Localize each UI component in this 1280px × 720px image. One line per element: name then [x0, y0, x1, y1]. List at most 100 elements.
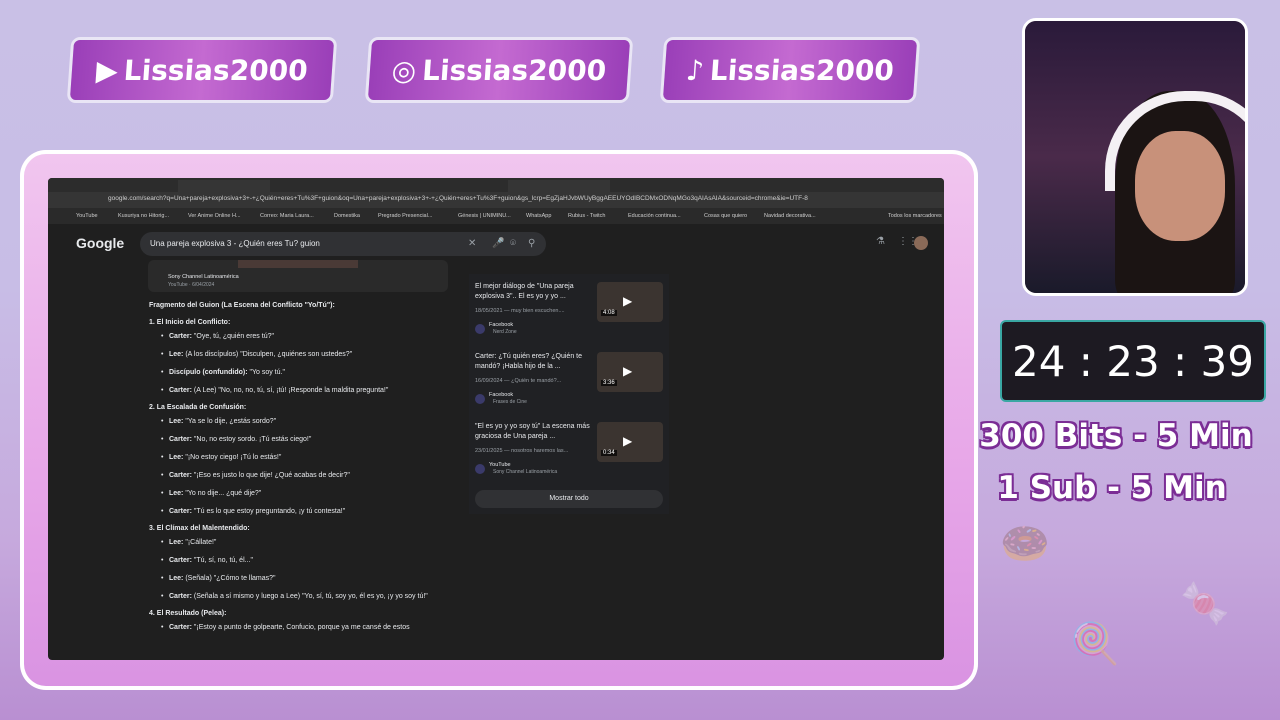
script-line: Discípulo (confundido): "Yo soy tú." — [161, 368, 439, 377]
speaker-name: Carter: — [169, 333, 192, 340]
bookmark-item[interactable]: Navidad decorativa... — [764, 213, 816, 219]
camera-icon[interactable]: ⌾ — [510, 232, 516, 256]
source-icon — [475, 464, 485, 474]
labs-icon[interactable]: ⚗ — [876, 236, 885, 247]
speaker-name: Carter: — [169, 557, 192, 564]
related-video-source: Facebook — [489, 322, 514, 328]
related-video-desc: 23/01/2025 — nosotros haremos las... — [475, 448, 569, 454]
google-logo[interactable]: Google — [76, 235, 124, 251]
bookmark-item[interactable]: Correo: Maria Laura... — [260, 213, 314, 219]
related-video-title[interactable]: Carter: ¿Tú quién eres? ¿Quién te mandó?… — [475, 352, 591, 372]
script-line: Carter: "Tú, sí, no, tú, él..." — [161, 556, 439, 565]
script-line: Carter: "No, no estoy sordo. ¡Tú estás c… — [161, 435, 439, 444]
dialogue-text: "Yo soy tú." — [247, 369, 285, 376]
bookmark-item[interactable]: Educación continua... — [628, 213, 681, 219]
source-icon — [475, 324, 485, 334]
background-doodle: 🍬 — [1180, 581, 1230, 627]
related-video-source: YouTube — [489, 462, 511, 468]
speaker-name: Lee: — [169, 575, 184, 582]
script-line: Lee: "Yo no dije... ¿qué dije?" — [161, 489, 439, 498]
related-video-desc: 18/05/2021 — muy bien escuchen.... — [475, 308, 565, 314]
speaker-name: Lee: — [169, 351, 184, 358]
dialogue-text: (Señala a sí mismo y luego a Lee) "Yo, s… — [191, 593, 428, 600]
instagram-icon: ◎ — [390, 53, 418, 87]
script-section-heading: 4. El Resultado (Pelea): — [149, 610, 227, 617]
speaker-name: Carter: — [169, 508, 192, 515]
speaker-name: Carter: — [169, 387, 192, 394]
bookmark-item[interactable]: Génesis | UNIMINU... — [458, 213, 511, 219]
instagram-handle: Lissias2000 — [421, 53, 608, 87]
speaker-name: Lee: — [169, 490, 184, 497]
speaker-name: Carter: — [169, 624, 192, 631]
script-line: Lee: "¡No estoy ciego! ¡Tú lo estás!" — [161, 453, 439, 462]
search-input[interactable]: Una pareja explosiva 3 - ¿Quién eres Tu?… — [140, 232, 546, 256]
bookmarks-bar: YouTube Kusuriya no Hitorig... Ver Anime… — [48, 208, 944, 224]
video-meta: YouTube · 6/04/2024 — [168, 282, 215, 288]
dialogue-text: "Tú, sí, no, tú, él..." — [191, 557, 253, 564]
speaker-name: Lee: — [169, 539, 184, 546]
script-section-heading: 3. El Clímax del Malentendido: — [149, 525, 250, 532]
show-all-button[interactable]: Mostrar todo — [475, 490, 663, 508]
script-line: Lee: (A los discípulos) "Disculpen, ¿qui… — [161, 350, 439, 359]
video-duration: 0:34 — [601, 450, 617, 456]
youtube-handle: Lissias2000 — [122, 53, 309, 87]
video-thumbnail[interactable] — [238, 260, 358, 268]
related-videos-panel: El mejor diálogo de "Una pareja explosiv… — [469, 274, 669, 514]
goal-sub: 1 Sub - 5 Min — [997, 470, 1227, 506]
bookmark-item[interactable]: WhatsApp — [526, 213, 551, 219]
bookmark-item[interactable]: Cosas que quiero — [704, 213, 747, 219]
bookmark-item[interactable]: Todos los marcadores — [888, 213, 942, 219]
bookmark-item[interactable]: YouTube — [76, 213, 98, 219]
related-video-title[interactable]: El mejor diálogo de "Una pareja explosiv… — [475, 282, 591, 302]
source-icon — [475, 394, 485, 404]
speaker-name: Carter: — [169, 593, 192, 600]
browser-tab[interactable] — [178, 180, 270, 192]
address-bar[interactable]: google.com/search?q=Una+pareja+explosiva… — [48, 192, 944, 208]
webcam-feed — [1022, 18, 1248, 296]
related-video-title[interactable]: "El es yo y yo soy tú" La escena más gra… — [475, 422, 591, 442]
bookmark-item[interactable]: Domestika — [334, 213, 360, 219]
video-duration: 4:08 — [601, 310, 617, 316]
script-line: Carter: (Señala a sí mismo y luego a Lee… — [161, 592, 439, 601]
dialogue-text: "¡Estoy a punto de golpearte, Confucio, … — [191, 624, 410, 631]
bookmark-item[interactable]: Ver Anime Online H... — [188, 213, 241, 219]
subathon-timer: 24 : 23 : 39 — [1000, 320, 1266, 402]
bookmark-item[interactable]: Kusuriya no Hitorig... — [118, 213, 169, 219]
tiktok-handle: Lissias2000 — [708, 53, 896, 87]
script-line: Lee: "¡Cállate!" — [161, 538, 439, 547]
background-doodle: 🍩 — [1000, 521, 1050, 567]
browser-window: google.com/search?q=Una+pareja+explosiva… — [48, 178, 944, 660]
script-line: Lee: "Ya se lo dije, ¿estás sordo?" — [161, 417, 439, 426]
account-avatar[interactable] — [914, 236, 928, 250]
search-query[interactable]: Una pareja explosiva 3 - ¿Quién eres Tu?… — [150, 239, 320, 248]
bookmark-item[interactable]: Rubius - Twitch — [568, 213, 606, 219]
dialogue-text: "Ya se lo dije, ¿estás sordo?" — [183, 418, 277, 425]
script-section-heading: 1. El Inicio del Conflicto: — [149, 319, 231, 326]
instagram-banner: ◎ Lissias2000 — [367, 40, 631, 100]
tiktok-banner: ♪ Lissias2000 — [662, 40, 918, 100]
address-url[interactable]: google.com/search?q=Una+pareja+explosiva… — [108, 195, 808, 202]
dialogue-text: "¡Eso es justo lo que dije! ¿Qué acabas … — [191, 472, 350, 479]
dialogue-text: "Tú es lo que estoy preguntando, ¡y tú c… — [191, 508, 346, 515]
script-line: Lee: (Señala) "¿Cómo te llamas?" — [161, 574, 439, 583]
search-icon[interactable]: ⚲ — [528, 232, 535, 256]
play-icon[interactable]: ▶ — [623, 434, 632, 448]
play-icon[interactable]: ▶ — [623, 364, 632, 378]
script-section-heading: 2. La Escalada de Confusión: — [149, 404, 247, 411]
video-channel: Sony Channel Latinoamérica — [168, 274, 239, 280]
related-video-desc: 16/09/2024 — ¿Quién te mandó?... — [475, 378, 562, 384]
close-icon[interactable]: ✕ — [468, 232, 476, 256]
related-video-card[interactable]: Carter: ¿Tú quién eres? ¿Quién te mandó?… — [475, 352, 665, 412]
speaker-name: Carter: — [169, 472, 192, 479]
browser-tab[interactable] — [508, 180, 610, 192]
speaker-name: Lee: — [169, 418, 184, 425]
ai-overview-text: Fragmento del Guion (La Escena del Confl… — [149, 302, 439, 641]
mic-icon[interactable]: 🎤 — [492, 232, 504, 256]
bookmark-item[interactable]: Pregrado Presencial... — [378, 213, 432, 219]
video-result-card[interactable]: Sony Channel Latinoamérica YouTube · 6/0… — [148, 260, 448, 292]
related-video-card[interactable]: "El es yo y yo soy tú" La escena más gra… — [475, 422, 665, 482]
script-line: Carter: (A Lee) "No, no, no, tú, sí, ¡tú… — [161, 386, 439, 395]
related-video-card[interactable]: El mejor diálogo de "Una pareja explosiv… — [475, 282, 665, 342]
dialogue-text: (A los discípulos) "Disculpen, ¿quiénes … — [183, 351, 353, 358]
play-icon[interactable]: ▶ — [623, 294, 632, 308]
